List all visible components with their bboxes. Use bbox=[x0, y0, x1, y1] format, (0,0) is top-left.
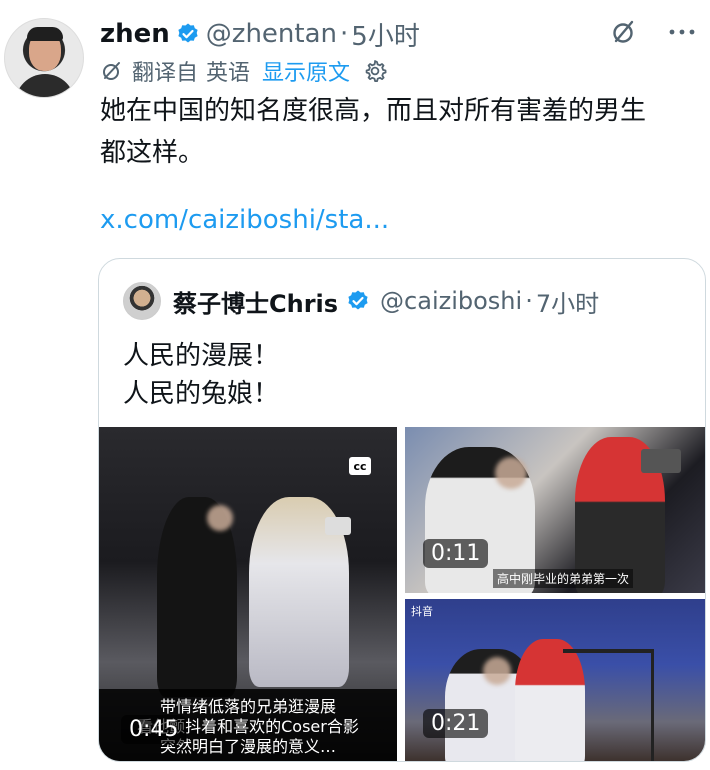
translation-bar: 翻译自 英语 显示原文 bbox=[100, 56, 388, 86]
tweet-body-line: 都这样。 bbox=[100, 138, 205, 168]
quote-body: 人民的漫展！ 人民的兔娘！ bbox=[123, 337, 279, 413]
tweet-link[interactable]: x.com/caiziboshi/sta... bbox=[100, 205, 389, 235]
author-name[interactable]: zhen bbox=[100, 19, 170, 49]
video-duration: 0:45 bbox=[121, 715, 187, 744]
quote-handle[interactable]: @caiziboshi bbox=[380, 287, 522, 315]
subtitle-line: 带情绪低落的兄弟逛漫展 bbox=[159, 697, 336, 716]
gear-icon[interactable] bbox=[362, 58, 388, 84]
media-grid: cc 带情绪低落的兄弟逛漫展 看他颤抖着和喜欢的Coser合影 突然明白了漫展的… bbox=[99, 427, 705, 761]
quote-body-line: 人民的漫展！ bbox=[123, 341, 280, 371]
quote-author-name[interactable]: 蔡子博士Chris bbox=[173, 284, 338, 319]
video-thumbnail-main[interactable]: cc 带情绪低落的兄弟逛漫展 看他颤抖着和喜欢的Coser合影 突然明白了漫展的… bbox=[99, 427, 397, 761]
translate-icon bbox=[100, 59, 124, 83]
tweet-header: zhen @zhentan · 5小时 bbox=[100, 14, 420, 54]
verified-badge-icon bbox=[176, 22, 200, 46]
video-duration: 0:21 bbox=[423, 709, 489, 738]
tiktok-label: 抖音 bbox=[411, 605, 433, 618]
quote-header: 蔡子博士Chris @caiziboshi · 7小时 bbox=[123, 281, 599, 321]
user-avatar[interactable] bbox=[4, 18, 84, 98]
video-duration: 0:11 bbox=[423, 539, 489, 568]
grok-icon[interactable] bbox=[610, 18, 638, 46]
more-icon[interactable] bbox=[668, 28, 696, 36]
tweet-body: 她在中国的知名度很高，而且对所有害羞的男生 都这样。 bbox=[100, 90, 700, 174]
video-thumbnail-bottom-right[interactable]: 抖音 0:21 bbox=[405, 599, 705, 761]
separator-dot: · bbox=[525, 287, 533, 315]
closed-captions-icon[interactable]: cc bbox=[349, 457, 371, 475]
quote-time[interactable]: 7小时 bbox=[536, 284, 599, 319]
top-actions bbox=[610, 18, 696, 46]
quote-avatar[interactable] bbox=[123, 282, 161, 320]
author-handle[interactable]: @zhentan bbox=[206, 19, 337, 49]
video-caption: 高中刚毕业的弟弟第一次 bbox=[493, 569, 634, 588]
show-original-link[interactable]: 显示原文 bbox=[262, 55, 350, 87]
translate-prefix: 翻译自 bbox=[132, 61, 199, 86]
quoted-tweet-card[interactable]: 蔡子博士Chris @caiziboshi · 7小时 人民的漫展！ 人民的兔娘… bbox=[98, 258, 706, 762]
separator-dot: · bbox=[340, 19, 349, 49]
video-thumbnail-top-right[interactable]: 高中刚毕业的弟弟第一次 0:11 bbox=[405, 427, 705, 593]
verified-badge-icon bbox=[346, 289, 370, 313]
translate-language: 英语 bbox=[206, 61, 251, 86]
tweet-body-line: 她在中国的知名度很高，而且对所有害羞的男生 bbox=[100, 96, 647, 126]
quote-body-line: 人民的兔娘！ bbox=[123, 379, 280, 409]
tweet-time[interactable]: 5小时 bbox=[351, 16, 420, 53]
